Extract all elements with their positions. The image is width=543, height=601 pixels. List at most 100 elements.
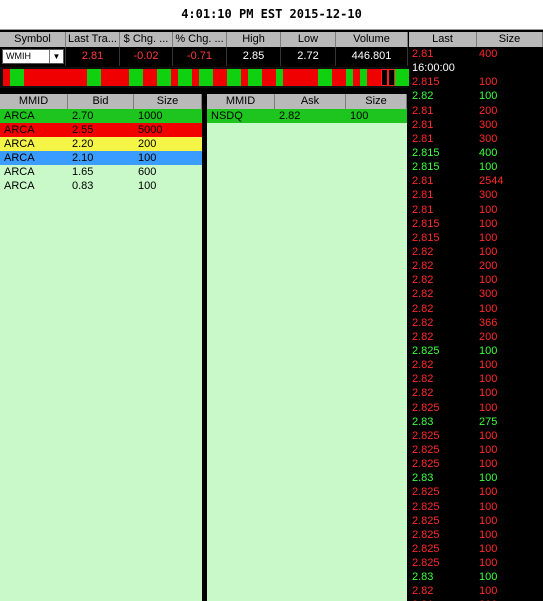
trade-row: 2.815 100 — [409, 75, 543, 89]
trade-row: 2.815 100 — [409, 160, 543, 174]
tick-mark — [290, 69, 297, 86]
tick-strip — [0, 67, 409, 88]
bid-price: 2.10 — [72, 152, 94, 164]
percent-change-value: -0.71 — [173, 47, 227, 66]
col-volume[interactable]: Volume — [336, 32, 408, 47]
trade-row: 2.81 300 — [409, 118, 543, 132]
last-trade-value: 2.81 — [66, 47, 120, 66]
trade-row: 2.825 100 — [409, 556, 543, 570]
trade-size: 200 — [479, 260, 498, 273]
ask-col-size[interactable]: Size — [346, 94, 407, 109]
trade-price: 2.81 — [412, 203, 434, 216]
trade-size: 200 — [479, 330, 498, 343]
trade-price: 2.82 — [412, 373, 434, 386]
ts-header: Last Size — [409, 32, 543, 47]
col-low[interactable]: Low — [281, 32, 336, 47]
trade-row: 16:00:00 — [409, 61, 543, 75]
ask-col-mmid[interactable]: MMID — [207, 94, 275, 109]
bid-row[interactable]: ARCA 2.70 1000 — [0, 109, 202, 123]
ask-price: 2.82 — [279, 110, 301, 122]
tick-mark — [59, 69, 66, 86]
trade-size: 100 — [479, 373, 498, 386]
trade-size: 100 — [479, 231, 498, 244]
trade-row: 2.815 400 — [409, 146, 543, 160]
tick-mark — [374, 69, 381, 86]
tick-mark — [164, 69, 171, 86]
bid-book: MMID Bid Size ARCA 2.70 1000 ARCA 2.55 5000 AR… — [0, 94, 202, 601]
trade-size: 100 — [479, 203, 498, 216]
trade-row: 2.825 100 — [409, 457, 543, 471]
ask-row[interactable]: NSDQ 2.82 100 — [207, 109, 407, 123]
trade-size: 100 — [479, 458, 498, 471]
col-dollar-change[interactable]: $ Chg. ... — [120, 32, 173, 47]
tick-mark — [332, 69, 339, 86]
trade-row: 2.82 100 — [409, 372, 543, 386]
bid-rows: ARCA 2.70 1000 ARCA 2.55 5000 ARCA 2.20 200 ARCA 2… — [0, 109, 202, 193]
tick-mark — [346, 69, 353, 86]
tick-mark — [31, 69, 38, 86]
trade-price: 2.825 — [412, 514, 440, 527]
tick-mark — [402, 69, 409, 86]
tick-mark — [227, 69, 234, 86]
col-high[interactable]: High — [227, 32, 281, 47]
trade-price: 2.825 — [412, 443, 440, 456]
trade-size: 100 — [479, 344, 498, 357]
trade-row: 2.82 200 — [409, 259, 543, 273]
trade-row: 2.81 100 — [409, 203, 543, 217]
trade-size: 100 — [479, 217, 498, 230]
tick-mark — [297, 69, 304, 86]
trade-row: 2.82 200 — [409, 330, 543, 344]
trade-price: 2.825 — [412, 500, 440, 513]
trade-price: 2.825 — [412, 429, 440, 442]
trade-row: 2.825 100 — [409, 401, 543, 415]
chevron-down-icon[interactable]: ▼ — [49, 50, 63, 63]
tick-mark — [52, 69, 59, 86]
bid-row[interactable]: ARCA 2.20 200 — [0, 137, 202, 151]
trade-size: 100 — [479, 359, 498, 372]
trade-price: 2.82 — [412, 330, 434, 343]
trade-row: 2.83 100 — [409, 471, 543, 485]
trade-size: 100 — [479, 429, 498, 442]
trade-price: 2.82 — [412, 387, 434, 400]
bid-size: 5000 — [138, 124, 163, 136]
tick-mark — [283, 69, 290, 86]
col-last-trade[interactable]: Last Tra... — [66, 32, 120, 47]
bid-row[interactable]: ARCA 2.55 5000 — [0, 123, 202, 137]
ask-size: 100 — [350, 110, 369, 122]
bid-row[interactable]: ARCA 1.65 600 — [0, 165, 202, 179]
trade-price: 2.81 — [412, 189, 434, 202]
bid-col-price[interactable]: Bid — [68, 94, 134, 109]
trade-size: 100 — [479, 514, 498, 527]
ts-col-size[interactable]: Size — [477, 32, 543, 47]
trade-price: 2.82 — [412, 359, 434, 372]
trade-size: 100 — [479, 528, 498, 541]
bid-size: 1000 — [138, 110, 163, 122]
tick-mark — [213, 69, 220, 86]
trade-row: 2.825 100 — [409, 344, 543, 358]
col-symbol[interactable]: Symbol — [0, 32, 66, 47]
trade-size: 275 — [479, 415, 498, 428]
col-percent-change[interactable]: % Chg. ... — [173, 32, 227, 47]
ask-col-price[interactable]: Ask — [275, 94, 346, 109]
ts-col-last[interactable]: Last — [409, 32, 477, 47]
bid-col-size[interactable]: Size — [134, 94, 202, 109]
bid-size: 200 — [138, 138, 157, 150]
trade-size: 300 — [479, 132, 498, 145]
tick-mark — [80, 69, 87, 86]
trade-price: 2.815 — [412, 217, 440, 230]
trade-row: 2.82 100 — [409, 584, 543, 598]
bid-mmid: ARCA — [4, 180, 35, 192]
tick-mark — [108, 69, 115, 86]
bid-col-mmid[interactable]: MMID — [0, 94, 68, 109]
symbol-dropdown[interactable]: WMIH ▼ — [2, 49, 64, 64]
trade-row: 2.825 100 — [409, 542, 543, 556]
trade-size: 100 — [479, 302, 498, 315]
bid-row[interactable]: ARCA 0.83 100 — [0, 179, 202, 193]
bid-row[interactable]: ARCA 2.10 100 — [0, 151, 202, 165]
tick-mark — [248, 69, 255, 86]
symbol-value: WMIH — [6, 51, 31, 61]
tick-mark — [269, 69, 276, 86]
trade-row: 2.825 100 — [409, 443, 543, 457]
trade-size — [479, 61, 543, 75]
trade-size: 366 — [479, 316, 498, 329]
